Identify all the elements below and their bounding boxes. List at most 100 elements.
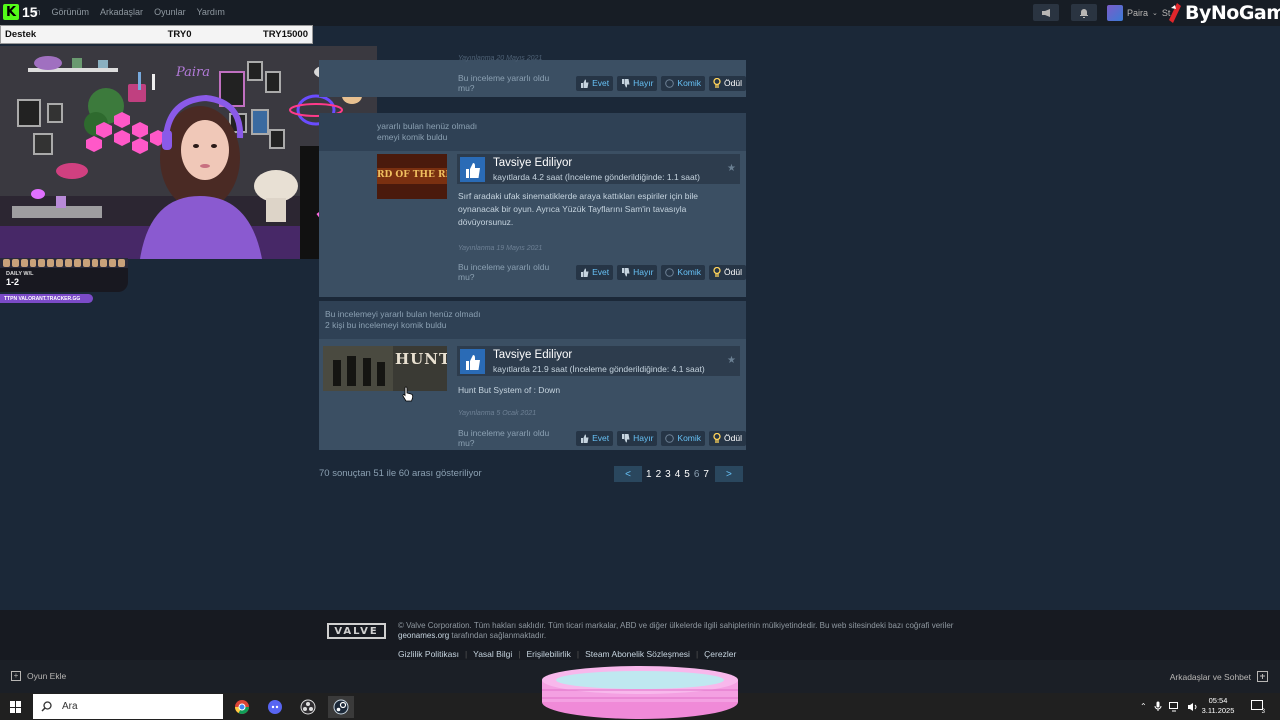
vote-no-button[interactable]: Hayır — [617, 264, 658, 280]
award-button[interactable]: Ödül — [709, 75, 746, 91]
volume-icon[interactable] — [1187, 702, 1199, 712]
daily-wl-widget: DAILY W/L 1-2 — [0, 268, 128, 292]
notifications-button[interactable] — [1071, 4, 1097, 21]
network-icon[interactable] — [1168, 701, 1180, 712]
menu-item-view[interactable]: Görünüm — [52, 7, 90, 17]
vote-yes-button[interactable]: Evet — [576, 264, 614, 280]
copyright-text: © Valve Corporation. Tüm hakları saklıdı… — [398, 621, 954, 640]
vote-yes-button[interactable]: Evet — [576, 75, 614, 91]
vote-funny-button[interactable]: Komik — [661, 75, 706, 91]
megaphone-icon — [1041, 8, 1050, 17]
thumbs-up-icon — [581, 268, 589, 277]
review-body: HUNT Tavsiye Ediliyor kayıtlarda 21.9 sa… — [319, 339, 746, 450]
results-count: 70 sonuçtan 51 ile 60 arası gösteriliyor — [319, 468, 482, 479]
notification-count: 3 — [1261, 709, 1265, 715]
steam-title-bar: m Görünüm Arkadaşlar Oyunlar Yardım Pair… — [0, 0, 1280, 26]
award-icon — [713, 78, 721, 88]
chevron-down-icon: ⌄ — [1152, 10, 1158, 17]
add-game-button[interactable]: + Oyun Ekle — [11, 671, 66, 681]
helpful-row: Bu inceleme yararlı oldu mu? Evet Hayır … — [458, 428, 746, 448]
prev-page-button[interactable]: < — [614, 466, 642, 482]
hand-cursor-icon — [402, 386, 414, 402]
accessibility-link[interactable]: Erişilebilirlik — [526, 649, 570, 659]
vote-no-button[interactable]: Hayır — [617, 75, 658, 91]
recommendation-title: Tavsiye Ediliyor — [493, 157, 573, 169]
user-menu[interactable]: Paira ⌄ St — [1107, 4, 1170, 22]
funny-count: emeyi komik buldu — [377, 132, 448, 142]
windows-start-icon[interactable] — [10, 701, 22, 713]
thumbs-up-icon — [460, 157, 485, 182]
thumbs-up-icon — [460, 349, 485, 374]
donation-current: TRY0 — [167, 29, 192, 40]
helpful-count: Bu incelemeyi yararlı bulan henüz olmadı — [325, 309, 481, 319]
page-link-1[interactable]: 1 — [646, 469, 652, 480]
agent-history-strip — [0, 258, 128, 268]
vote-funny-button[interactable]: Komik — [661, 264, 706, 280]
discord-app-icon[interactable] — [264, 696, 286, 718]
next-page-button[interactable]: > — [714, 466, 743, 482]
thumbs-up-icon — [581, 79, 589, 88]
pagination: < 1 2 3 4 5 6 7 > — [614, 466, 743, 482]
subscriber-agreement-link[interactable]: Steam Abonelik Sözleşmesi — [585, 649, 690, 659]
page-link-3[interactable]: 3 — [665, 469, 671, 480]
vote-no-button[interactable]: Hayır — [617, 430, 658, 446]
cookies-link[interactable]: Çerezler — [704, 649, 736, 659]
chevron-up-icon[interactable]: ⌃ — [1140, 702, 1147, 711]
thumbs-down-icon — [622, 267, 630, 276]
smiley-icon — [665, 267, 675, 277]
helpful-row: Bu inceleme yararlı oldu mu? Evet Hayır … — [458, 73, 746, 93]
vote-funny-button[interactable]: Komik — [661, 430, 706, 446]
award-button[interactable]: Ödül — [709, 430, 746, 446]
vote-yes-button[interactable]: Evet — [576, 430, 614, 446]
donation-goal-bar: Destek TRY0 TRY15000 — [0, 25, 313, 44]
thumbs-down-icon — [622, 433, 630, 442]
award-icon — [713, 267, 721, 277]
page-link-7[interactable]: 7 — [703, 469, 709, 480]
review-text: Hunt But System of : Down — [458, 385, 561, 395]
posted-date: Yayınlanma 19 Mayıs 2021 — [458, 245, 543, 252]
footer-links: Gizlilik Politikası | Yasal Bilgi | Erişil… — [398, 649, 737, 659]
helpful-count: yararlı bulan henüz olmadı — [377, 121, 478, 131]
legal-link[interactable]: Yasal Bilgi — [473, 649, 512, 659]
menu-item-friends[interactable]: Arkadaşlar — [100, 7, 143, 17]
steam-app-icon[interactable] — [328, 696, 354, 718]
playtime: kayıtlarda 4.2 saat (İnceleme gönderildi… — [493, 172, 700, 182]
playtime: kayıtlarda 21.9 saat (İnceleme gönderild… — [493, 364, 705, 374]
valve-logo[interactable]: VALVE — [327, 623, 386, 639]
helpful-row: Bu inceleme yararlı oldu mu? Evet Hayır … — [458, 262, 746, 282]
bynogame-icon — [1169, 3, 1181, 23]
menu-item-help[interactable]: Yardım — [197, 7, 225, 17]
name-sign: Paira — [175, 65, 210, 80]
privacy-link[interactable]: Gizlilik Politikası — [398, 649, 459, 659]
page-link-4[interactable]: 4 — [675, 469, 681, 480]
microphone-icon[interactable] — [1154, 701, 1162, 712]
clock-time: 05:54 — [1208, 696, 1228, 705]
plus-icon: + — [11, 671, 21, 681]
avatar — [1107, 5, 1123, 21]
posted-date: Yayınlanma 5 Ocak 2021 — [458, 410, 537, 417]
daily-wl-value: 1-2 — [6, 277, 20, 287]
smiley-icon — [665, 433, 675, 443]
menu-item-games[interactable]: Oyunlar — [154, 7, 186, 17]
game-capsule-hunt[interactable]: HUNT — [323, 346, 447, 391]
page-link-2[interactable]: 2 — [656, 469, 662, 480]
star-icon: ★ — [727, 355, 736, 366]
review-body: RD OF THE RINGS Tavsiye Ediliyor kayıtla… — [319, 151, 746, 297]
clock-date: 3.11.2025 — [1201, 706, 1235, 715]
obs-app-icon[interactable] — [297, 696, 319, 718]
chrome-app-icon[interactable] — [231, 696, 253, 718]
friends-chat-button[interactable]: Arkadaşlar ve Sohbet — [1170, 671, 1268, 682]
notification-center-icon[interactable]: 3 — [1251, 700, 1265, 715]
taskbar-search[interactable]: Ara — [33, 694, 223, 719]
recommendation-box[interactable]: Tavsiye Ediliyor kayıtlarda 21.9 saat (İ… — [457, 346, 740, 376]
page-link-5[interactable]: 5 — [684, 469, 690, 480]
taskbar-clock[interactable]: 05:54 3.11.2025 — [1200, 696, 1236, 716]
game-capsule-lotr[interactable]: RD OF THE RINGS — [377, 154, 447, 199]
award-button[interactable]: Ödül — [709, 264, 746, 280]
game-capsule-title: HUNT — [395, 350, 447, 368]
announcements-button[interactable] — [1033, 4, 1059, 21]
recommendation-box[interactable]: Tavsiye Ediliyor kayıtlarda 4.2 saat (İn… — [457, 154, 740, 184]
donation-goal: TRY15000 — [262, 29, 308, 40]
tracker-badge: TTPN VALORANT.TRACKER.GG — [0, 294, 93, 303]
geonames-link[interactable]: geonames.org — [398, 631, 449, 640]
